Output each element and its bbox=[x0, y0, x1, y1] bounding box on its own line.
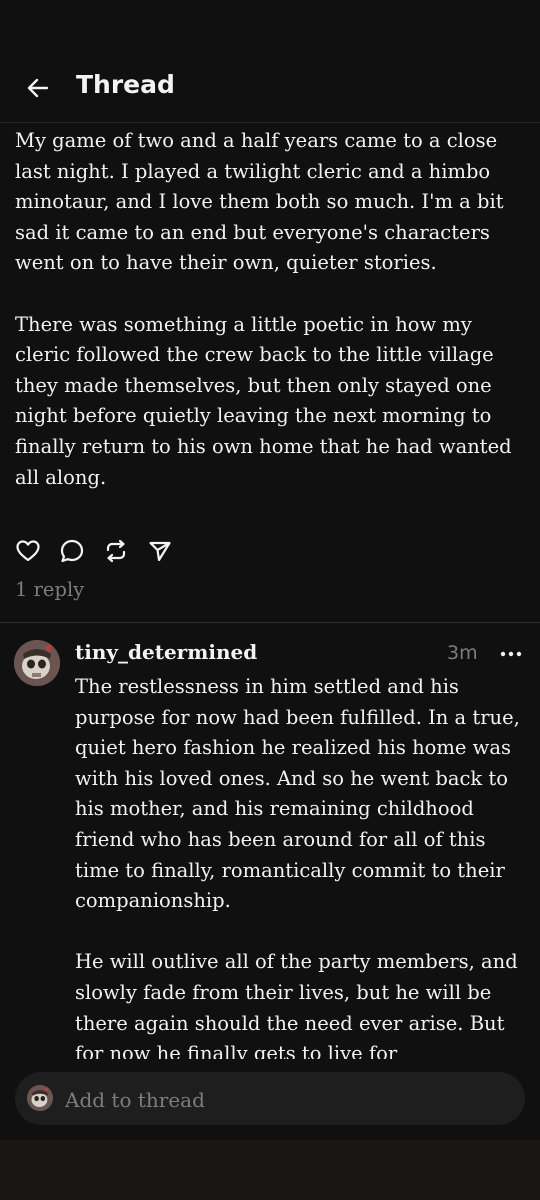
reply-count[interactable]: 1 reply bbox=[15, 578, 84, 601]
back-arrow-icon[interactable] bbox=[22, 72, 54, 104]
reply-text: The restlessness in him settled and his … bbox=[75, 672, 530, 1059]
share-icon[interactable] bbox=[146, 537, 174, 565]
reply-paragraph: He will outlive all of the party members… bbox=[75, 950, 518, 1059]
post-actions bbox=[14, 536, 190, 566]
reply-username[interactable]: tiny_determined bbox=[75, 640, 257, 664]
page-title: Thread bbox=[76, 70, 175, 99]
composer-avatar bbox=[27, 1085, 53, 1111]
reply-timestamp: 3m bbox=[447, 642, 478, 664]
heart-icon[interactable] bbox=[14, 537, 42, 565]
comment-icon[interactable] bbox=[58, 537, 86, 565]
more-options-icon[interactable] bbox=[497, 640, 525, 668]
reply-composer bbox=[15, 1072, 525, 1127]
divider bbox=[0, 622, 540, 623]
repost-icon[interactable] bbox=[102, 537, 130, 565]
add-to-thread-input[interactable] bbox=[63, 1072, 507, 1127]
post-paragraph: My game of two and a half years came to … bbox=[15, 129, 504, 275]
post-text: My game of two and a half years came to … bbox=[15, 126, 525, 493]
bottom-bar bbox=[0, 1140, 540, 1200]
post-paragraph: There was something a little poetic in h… bbox=[15, 312, 512, 489]
reply-paragraph: The restlessness in him settled and his … bbox=[75, 675, 520, 913]
header-bar: Thread bbox=[0, 0, 540, 123]
avatar[interactable] bbox=[14, 640, 60, 686]
